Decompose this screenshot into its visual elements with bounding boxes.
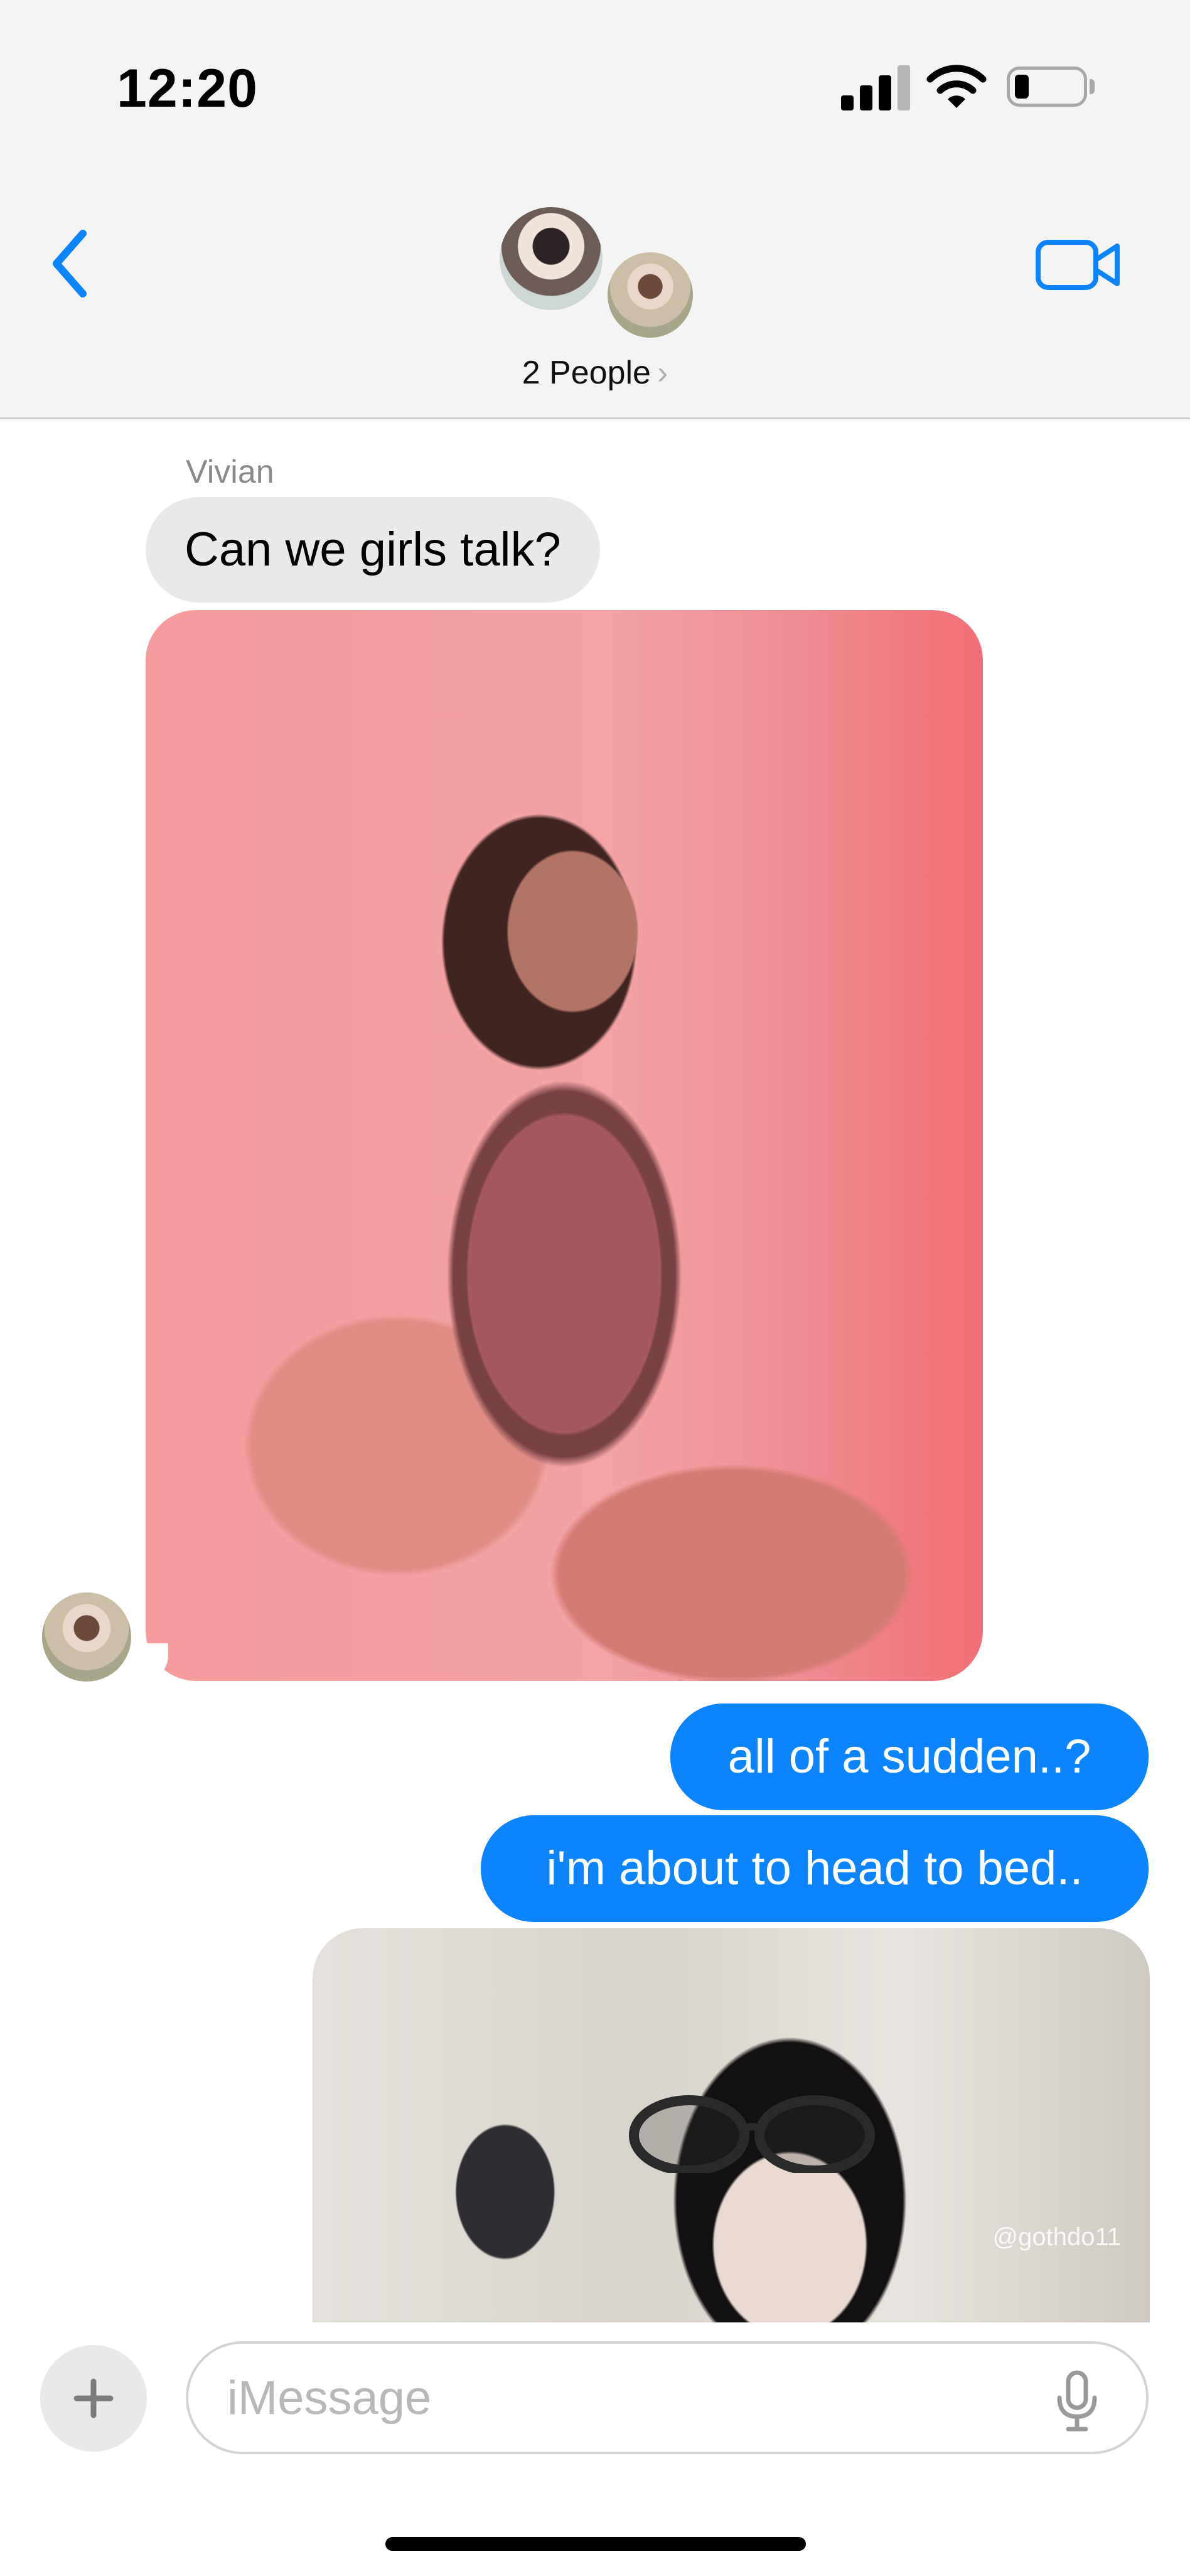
message-text: all of a sudden..?: [727, 1730, 1091, 1783]
sender-avatar[interactable]: [40, 1591, 133, 1683]
group-avatar-primary[interactable]: [497, 205, 605, 313]
wifi-icon: [926, 65, 987, 108]
battery-icon: [1007, 67, 1087, 107]
battery-level: [1015, 75, 1029, 99]
plus-icon: [73, 2378, 114, 2418]
back-chevron-icon[interactable]: [44, 226, 100, 301]
incoming-photo-attachment[interactable]: [146, 610, 983, 1681]
chevron-right-icon: ›: [657, 355, 668, 391]
message-text: Can we girls talk?: [185, 523, 561, 576]
group-label-text: 2 People: [522, 355, 651, 391]
message-text: i'm about to head to bed..: [546, 1842, 1083, 1895]
group-details-link[interactable]: 2 People ›: [0, 354, 1190, 392]
incoming-message-bubble[interactable]: Can we girls talk?: [146, 497, 600, 603]
compose-bar: [0, 2322, 1190, 2576]
video-camera-icon[interactable]: [1034, 233, 1122, 296]
outgoing-message-bubble[interactable]: all of a sudden..?: [670, 1704, 1149, 1810]
outgoing-photo-attachment[interactable]: @gothdo11: [313, 1928, 1150, 2368]
status-time: 12:20: [117, 58, 258, 119]
bubble-tail: [131, 1643, 168, 1681]
group-avatar-secondary[interactable]: [604, 249, 697, 341]
sender-name: Vivian: [186, 454, 274, 490]
plus-button[interactable]: [40, 2345, 147, 2452]
cellular-signal-icon: [841, 65, 910, 110]
conversation-header: 12:20 2 People ›: [0, 0, 1190, 419]
battery-nub: [1090, 79, 1095, 94]
message-input[interactable]: [186, 2341, 1149, 2454]
outgoing-message-bubble[interactable]: i'm about to head to bed..: [481, 1815, 1149, 1922]
microphone-icon[interactable]: [1052, 2370, 1102, 2433]
photo-watermark: @gothdo11: [992, 2223, 1121, 2251]
home-indicator[interactable]: [385, 2537, 806, 2551]
photo-subject-glasses: [629, 2095, 875, 2173]
